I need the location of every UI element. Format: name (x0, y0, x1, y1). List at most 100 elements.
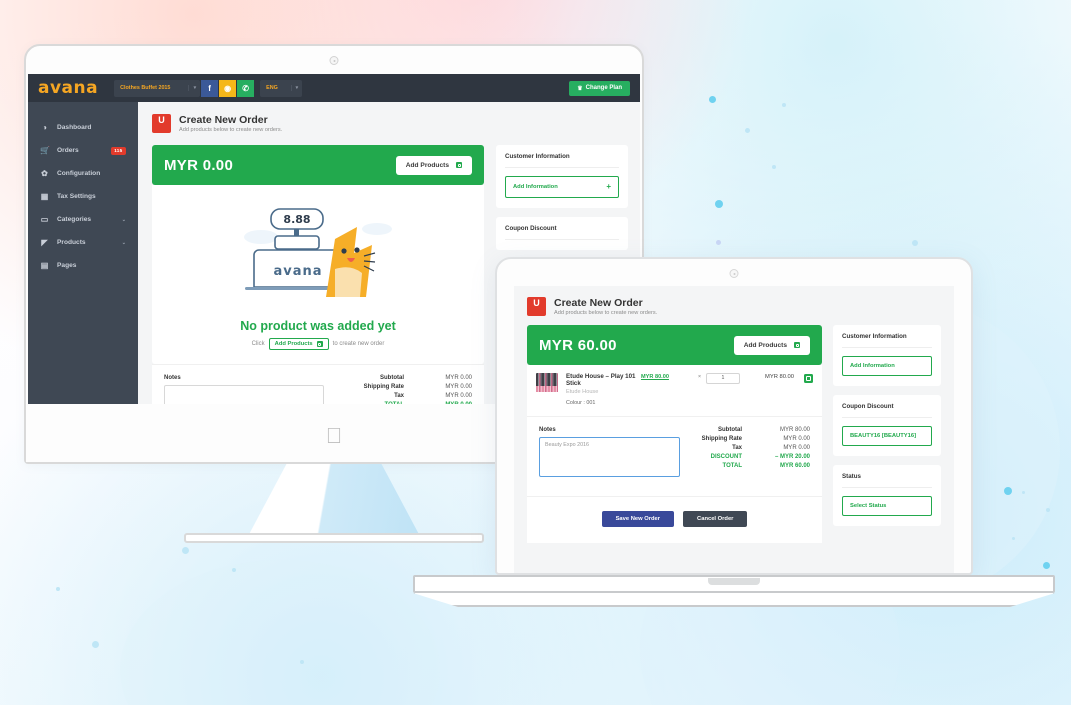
summary-value: MYR 0.00 (783, 436, 810, 443)
add-information-button[interactable]: Add Information + (505, 176, 619, 199)
order-line-item: Etude House – Play 101 Stick Etude House… (527, 365, 822, 417)
change-plan-button[interactable]: ♛ Change Plan (569, 80, 630, 96)
background-dot (716, 240, 721, 245)
cancel-order-button[interactable]: Cancel Order (683, 511, 748, 528)
customer-information-panel: Customer Information Add Information + (496, 145, 628, 209)
coupon-code-button[interactable]: BEAUTY16 [BEAUTY16] (842, 426, 932, 447)
sidebar-item-configuration[interactable]: ✿ Configuration (28, 162, 138, 185)
language-selector-label: ENG (266, 85, 278, 91)
summary-value: MYR 0.00 (445, 393, 472, 400)
add-products-button[interactable]: Add Products (395, 155, 472, 175)
notes-section: Notes Beauty Expo 2016 (539, 427, 680, 482)
panel-title: Coupon Discount (505, 225, 619, 241)
avana-logo: avana (38, 78, 99, 98)
add-products-inline-label: Add Products (274, 341, 313, 348)
notes-input[interactable] (164, 385, 325, 404)
sidebar-item-products[interactable]: ◤ Products ⌄ (28, 231, 138, 254)
add-products-inline-button[interactable]: Add Products (268, 338, 329, 351)
sidebar-item-pages[interactable]: ▤ Pages (28, 254, 138, 277)
page-subtitle: Add products below to create new orders. (554, 310, 658, 317)
order-side-column: Customer Information Add Information + C… (496, 145, 628, 259)
add-products-label: Add Products (405, 161, 449, 169)
summary-line-total: TOTAL MYR 60.00 (690, 463, 810, 469)
save-new-order-button[interactable]: Save New Order (601, 511, 675, 528)
facebook-icon[interactable]: f (201, 79, 219, 97)
tablet-stand-notch (708, 578, 760, 585)
tablet-page-header: Create New Order Add products below to c… (514, 286, 954, 326)
store-selector[interactable]: Clothes Buffet 2015 ▾ (114, 79, 201, 97)
summary-value: MYR 80.00 (779, 427, 810, 434)
page-title: Create New Order (554, 297, 643, 309)
remove-line-item-button[interactable] (804, 374, 813, 384)
page-subtitle: Add products below to create new orders. (179, 127, 283, 134)
select-status-button[interactable]: Select Status (842, 496, 932, 517)
tablet-action-bar: Save New Order Cancel Order (527, 496, 822, 544)
add-products-button[interactable]: Add Products (733, 335, 810, 355)
summary-line: Subtotal MYR 80.00 (690, 427, 810, 433)
summary-value: MYR 0.00 (783, 445, 810, 452)
customer-information-panel: Customer Information Add Information (833, 325, 941, 387)
whatsapp-icon[interactable]: ✆ (237, 79, 255, 97)
add-products-label: Add Products (743, 341, 787, 349)
change-plan-label: Change Plan (585, 85, 622, 91)
summary-line: Shipping Rate MYR 0.00 (334, 384, 472, 390)
summary-line: Tax MYR 0.00 (690, 445, 810, 451)
background-dot (1046, 508, 1050, 512)
product-option: Colour : 001 (566, 400, 596, 407)
sidebar-item-label: Configuration (57, 170, 101, 177)
empty-hint-before: Click (251, 341, 265, 348)
multiply-symbol: × (697, 374, 701, 381)
tablet-totals-row: Notes Beauty Expo 2016 Subtotal MYR 80.0… (527, 416, 822, 497)
folder-icon: ▭ (40, 215, 49, 224)
panel-title: Coupon Discount (842, 403, 932, 419)
external-link-icon (316, 341, 323, 348)
summary-label: DISCOUNT (710, 454, 742, 461)
background-dot (782, 103, 786, 107)
product-name: Etude House – Play 101 Stick (566, 373, 636, 388)
background-dot (745, 128, 750, 133)
background-dot (1043, 562, 1050, 569)
background-dot (709, 96, 716, 103)
coupon-code-label: BEAUTY16 [BEAUTY16] (850, 433, 917, 440)
summary-line-discount: DISCOUNT – MYR 20.00 (690, 454, 810, 460)
page-header: Create New Order Add products below to c… (152, 114, 628, 133)
panel-title: Customer Information (505, 153, 619, 169)
add-information-button[interactable]: Add Information (842, 356, 932, 377)
empty-state: 8.88 avana No product was added yet Clic… (152, 185, 484, 365)
panel-title: Status (842, 473, 932, 489)
sidebar-item-orders[interactable]: 🛒 Orders 115 (28, 139, 138, 162)
tablet-stand-lip (413, 593, 1055, 607)
plus-icon: + (606, 182, 611, 192)
sidebar-item-label: Categories (57, 216, 92, 223)
sidebar-item-categories[interactable]: ▭ Categories ⌄ (28, 208, 138, 231)
product-unit-price[interactable]: MYR 80.00 (641, 373, 693, 380)
tablet-order-main: MYR 60.00 Add Products Etude House – Pla… (527, 325, 822, 544)
product-info: Etude House – Play 101 Stick Etude House… (566, 373, 641, 406)
sidebar-item-dashboard[interactable]: ◑ Dashboard (28, 116, 138, 139)
quantity-input[interactable]: 1 (706, 373, 740, 385)
instagram-icon[interactable]: ◉ (219, 79, 237, 97)
order-total-amount: MYR 60.00 (539, 336, 617, 354)
pages-icon: ▤ (40, 261, 49, 270)
summary-label: TOTAL (722, 463, 742, 470)
coupon-discount-panel: Coupon Discount (496, 217, 628, 251)
summary-value: MYR 0.00 (445, 384, 472, 391)
add-information-label: Add Information (850, 363, 895, 370)
language-selector[interactable]: ENG ▾ (260, 79, 303, 97)
page-title: Create New Order (179, 114, 268, 126)
summary-label: Tax (394, 393, 404, 400)
summary-value: MYR 0.00 (445, 375, 472, 382)
empty-hint-after: to create new order (332, 341, 385, 348)
background-dot (1004, 487, 1012, 495)
sidebar-item-tax-settings[interactable]: ▦ Tax Settings (28, 185, 138, 208)
background-dot (182, 547, 189, 554)
order-summary: Subtotal MYR 80.00 Shipping Rate MYR 0.0… (680, 427, 810, 482)
orders-count-badge: 115 (110, 146, 126, 155)
notes-label: Notes (539, 427, 556, 434)
tablet-side-column: Customer Information Add Information Cou… (833, 325, 941, 535)
order-total-bar: MYR 0.00 Add Products (152, 145, 484, 186)
summary-value: – MYR 20.00 (774, 454, 810, 461)
status-panel: Status Select Status (833, 465, 941, 527)
notes-input[interactable]: Beauty Expo 2016 (539, 437, 680, 478)
summary-label: Tax (732, 445, 742, 452)
